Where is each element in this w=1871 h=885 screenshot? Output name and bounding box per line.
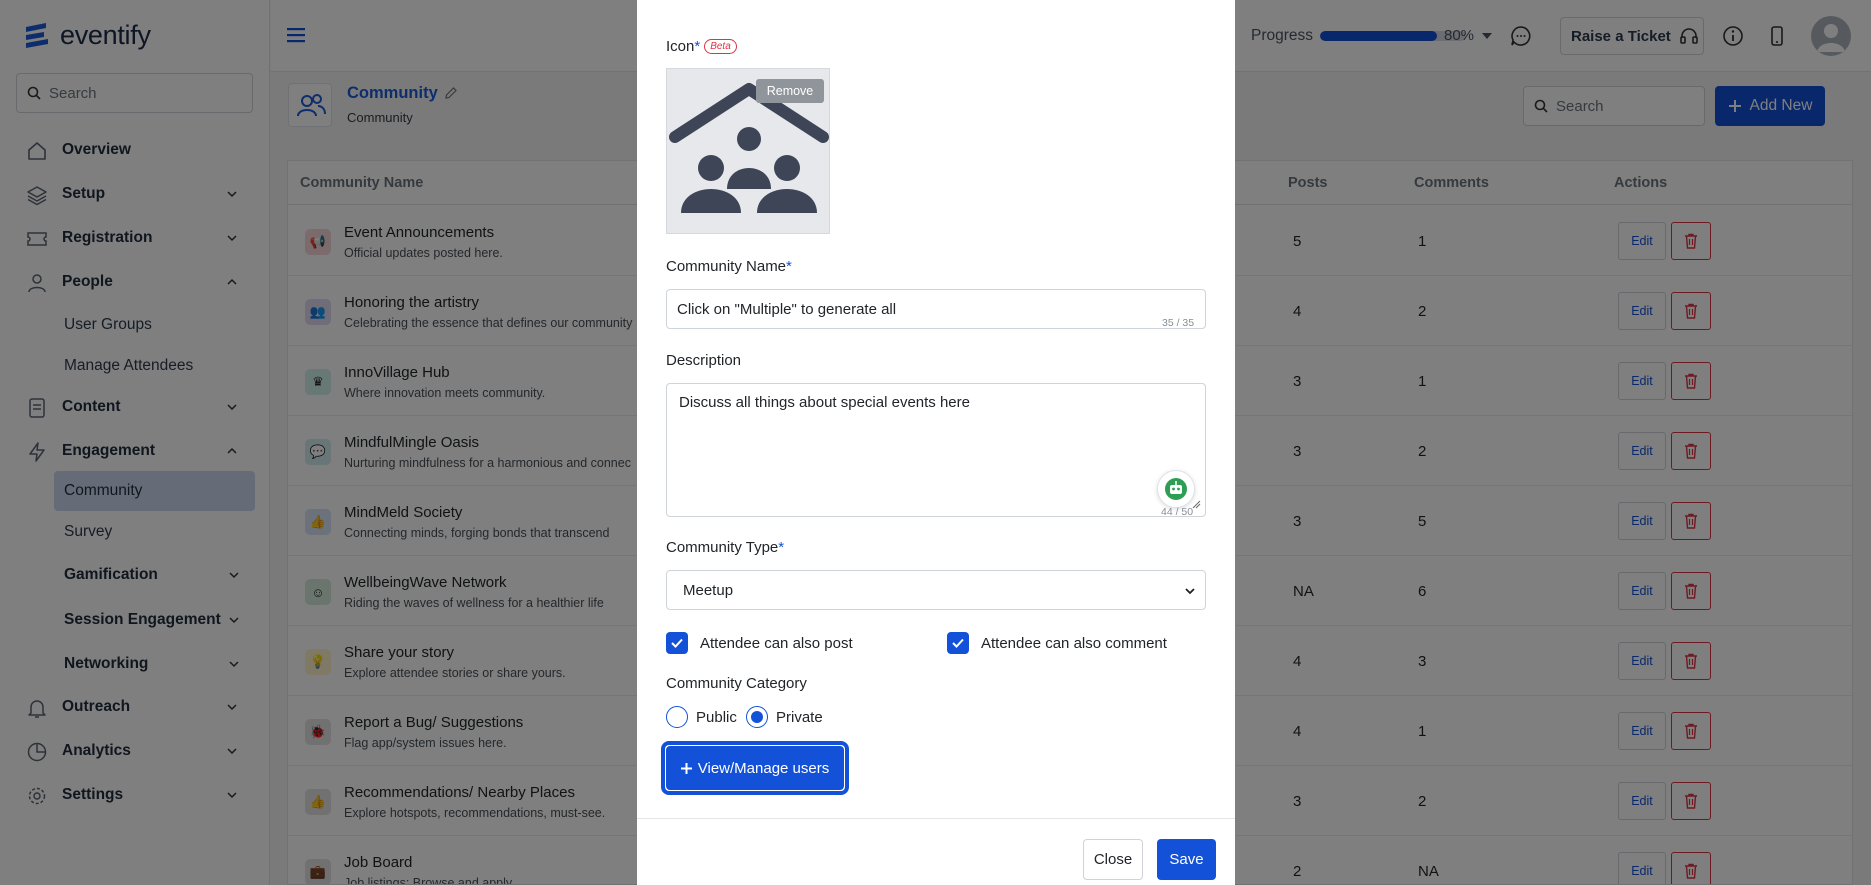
- required-mark: *: [786, 258, 792, 275]
- community-type-label: Community Type*: [666, 539, 784, 556]
- description-label: Description: [666, 352, 742, 369]
- plus-icon: [680, 762, 692, 774]
- icon-field-label: Icon* Beta: [666, 38, 737, 55]
- beta-badge: Beta: [704, 39, 737, 54]
- view-manage-users-button[interactable]: View/Manage users: [666, 746, 844, 790]
- close-button[interactable]: Close: [1083, 839, 1143, 880]
- checkmark-icon: [952, 638, 964, 648]
- save-button[interactable]: Save: [1157, 839, 1216, 880]
- attendee-post-checkbox-row[interactable]: Attendee can also post: [666, 632, 853, 654]
- robot-icon: [1165, 478, 1187, 500]
- community-type-select[interactable]: Meetup: [666, 570, 1206, 610]
- category-private-radio-row[interactable]: Private: [746, 706, 823, 728]
- community-icon-preview[interactable]: Remove: [666, 68, 830, 234]
- modal-footer: Close Save: [637, 818, 1235, 885]
- required-mark: *: [778, 539, 785, 556]
- category-public-radio-row[interactable]: Public: [666, 706, 737, 728]
- category-public-label: Public: [696, 708, 737, 726]
- description-text: Discuss all things about special events …: [679, 394, 970, 411]
- description-char-counter: 44 / 50: [1161, 506, 1194, 518]
- attendee-comment-label: Attendee can also comment: [981, 634, 1167, 652]
- community-type-label-text: Community Type: [666, 539, 779, 556]
- category-private-radio[interactable]: [746, 706, 768, 728]
- category-public-radio[interactable]: [666, 706, 688, 728]
- remove-icon-button[interactable]: Remove: [756, 79, 824, 103]
- required-mark: *: [694, 38, 701, 55]
- community-type-value: Meetup: [683, 581, 734, 599]
- community-name-input[interactable]: [666, 289, 1206, 329]
- ai-assistant-button[interactable]: [1157, 470, 1195, 508]
- community-category-label: Community Category: [666, 675, 807, 692]
- community-name-label-text: Community Name: [666, 258, 787, 275]
- attendee-comment-checkbox[interactable]: [947, 632, 969, 654]
- attendee-post-label: Attendee can also post: [700, 634, 853, 652]
- category-private-label: Private: [776, 708, 823, 726]
- view-manage-users-label: View/Manage users: [697, 759, 830, 777]
- community-name-label: Community Name*: [666, 258, 792, 275]
- attendee-post-checkbox[interactable]: [666, 632, 688, 654]
- name-char-counter: 35 / 35: [1162, 317, 1195, 329]
- community-edit-modal: Icon*Beta Remove Community Name* 35 / 35…: [637, 0, 1235, 885]
- description-textarea[interactable]: Discuss all things about special events …: [666, 383, 1206, 517]
- attendee-comment-checkbox-row[interactable]: Attendee can also comment: [947, 632, 1167, 654]
- checkmark-icon: [671, 638, 683, 648]
- chevron-down-icon: [1185, 588, 1195, 595]
- icon-label-text: Icon: [666, 38, 695, 55]
- resize-handle-icon[interactable]: [1191, 499, 1201, 509]
